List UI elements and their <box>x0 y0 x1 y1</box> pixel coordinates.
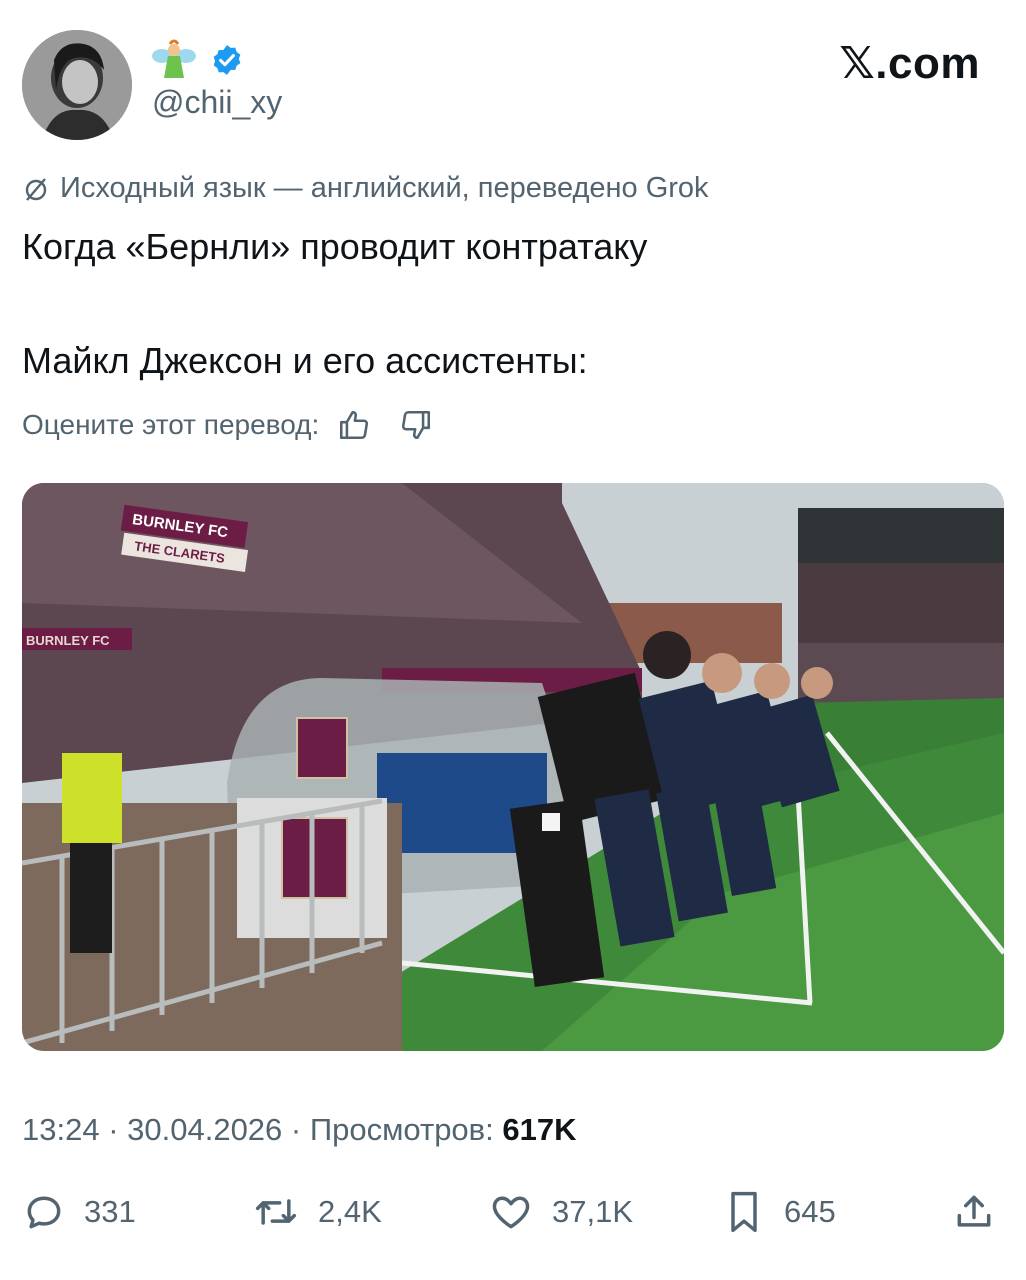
action-bar: 331 2,4K 37,1K 645 <box>22 1184 1004 1244</box>
tweet-media-photo[interactable]: BURNLEY FC THE CLARETS BURNLEY FC <box>22 483 1004 1051</box>
media-sign-3: BURNLEY FC <box>26 633 110 648</box>
thumbs-down-icon[interactable] <box>399 408 433 442</box>
like-button[interactable]: 37,1K <box>488 1184 633 1240</box>
rate-translation-label: Оцените этот перевод: <box>22 409 320 440</box>
meta-separator: · <box>290 1112 310 1147</box>
repost-button[interactable]: 2,4K <box>252 1184 382 1240</box>
tweet-date[interactable]: 30.04.2026 <box>127 1112 282 1147</box>
rate-translation: Оцените этот перевод: <box>22 408 433 442</box>
reply-icon <box>22 1190 66 1234</box>
tweet-meta: 13:24 · 30.04.2026 · Просмотров: 617K <box>22 1112 577 1148</box>
verified-badge-icon <box>210 43 244 77</box>
thumbs-up-icon[interactable] <box>337 408 371 442</box>
repost-count: 2,4K <box>318 1194 382 1229</box>
repost-icon <box>252 1190 300 1234</box>
share-button[interactable] <box>952 1184 996 1240</box>
tweet-text-line-2: Майкл Джексон и его ассистенты: <box>22 340 588 381</box>
like-count: 37,1K <box>552 1194 634 1229</box>
views-count: 617K <box>502 1112 577 1147</box>
tweet-text-line-1: Когда «Бернли» проводит контратаку <box>22 226 648 267</box>
avatar[interactable] <box>22 30 132 140</box>
fairy-emoji-icon <box>150 38 198 82</box>
x-logo: 𝕏.com <box>839 39 980 88</box>
translate-icon <box>22 175 50 203</box>
translation-note-text: Исходный язык — английский, переведено G… <box>60 172 709 204</box>
tweet-time[interactable]: 13:24 <box>22 1112 100 1147</box>
share-icon <box>952 1190 996 1234</box>
meta-separator: · <box>108 1112 128 1147</box>
author-handle[interactable]: @chii_xy <box>152 84 282 121</box>
heart-icon <box>488 1190 534 1234</box>
views-label: Просмотров: <box>309 1112 494 1147</box>
bookmark-count: 645 <box>784 1194 836 1229</box>
reply-count: 331 <box>84 1194 136 1229</box>
reply-button[interactable]: 331 <box>22 1184 136 1240</box>
bookmark-icon <box>722 1188 766 1236</box>
bookmark-button[interactable]: 645 <box>722 1184 836 1240</box>
translation-note: Исходный язык — английский, переведено G… <box>22 172 709 205</box>
author-badges <box>150 38 244 82</box>
